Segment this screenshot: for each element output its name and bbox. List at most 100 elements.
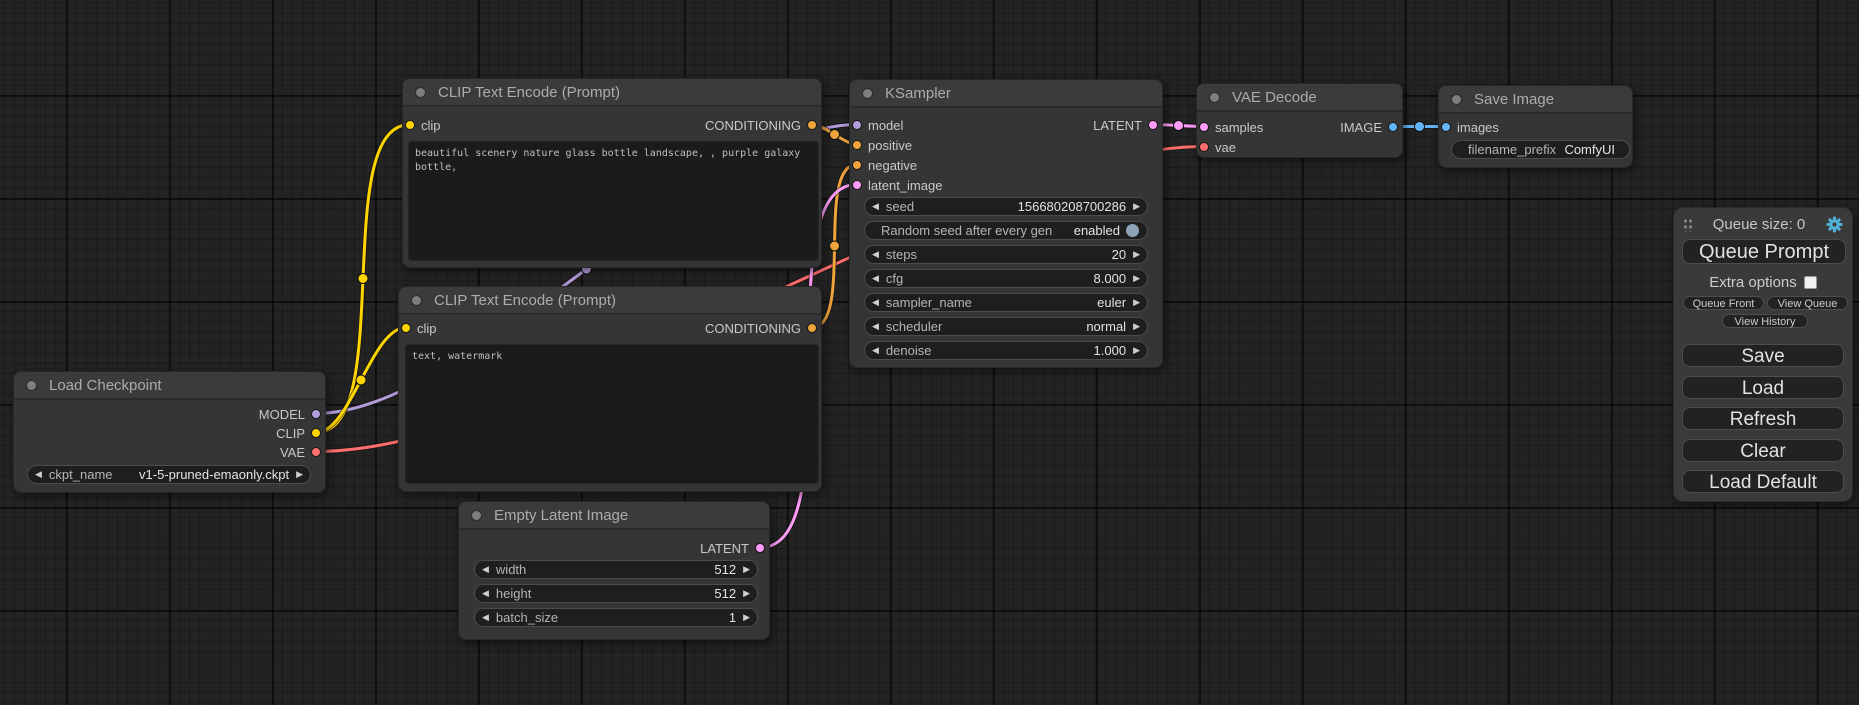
view-history-button[interactable]: View History <box>1722 314 1808 328</box>
load-default-button[interactable]: Load Default <box>1682 470 1844 493</box>
node-header[interactable]: CLIP Text Encode (Prompt) <box>403 79 821 107</box>
port-label: images <box>1457 120 1499 135</box>
node-header[interactable]: Save Image <box>1439 86 1632 114</box>
load-checkpoint-widget-ckpt-name[interactable]: ◀ckpt_namev1-5-pruned-emaonly.ckpt▶ <box>27 465 311 484</box>
empty-latent-image-output-LATENT-port-dot[interactable] <box>755 543 765 553</box>
ksampler-widget-steps[interactable]: ◀steps20▶ <box>864 245 1148 264</box>
combo-left-arrow-icon[interactable]: ◀ <box>475 608 496 627</box>
vae-decode-node[interactable]: VAE DecodesamplesvaeIMAGE <box>1196 83 1403 158</box>
combo-left-arrow-icon[interactable]: ◀ <box>865 269 886 288</box>
ksampler-widget-seed[interactable]: ◀seed156680208700286▶ <box>864 197 1148 216</box>
queue-panel: Queue size: 0 Queue Prompt Extra options… <box>1673 207 1853 502</box>
combo-right-arrow-icon[interactable]: ▶ <box>1126 197 1147 216</box>
queue-front-button[interactable]: Queue Front <box>1683 296 1764 310</box>
node-title: KSampler <box>885 85 951 102</box>
combo-right-arrow-icon[interactable]: ▶ <box>1126 293 1147 312</box>
load-checkpoint-output-VAE-port-dot[interactable] <box>311 447 321 457</box>
combo-left-arrow-icon[interactable]: ◀ <box>865 197 886 216</box>
node-header[interactable]: Empty Latent Image <box>459 502 769 530</box>
link-midpoint-dot[interactable] <box>1174 121 1184 131</box>
ksampler-input-latent_image-port-dot[interactable] <box>852 180 862 190</box>
node-status-dot-icon <box>471 510 482 521</box>
combo-right-arrow-icon[interactable]: ▶ <box>736 560 757 579</box>
combo-left-arrow-icon[interactable]: ◀ <box>475 584 496 603</box>
ksampler-widget-cfg[interactable]: ◀cfg8.000▶ <box>864 269 1148 288</box>
vae-decode-input-samples-port-dot[interactable] <box>1199 122 1209 132</box>
port-label: CONDITIONING <box>705 118 801 133</box>
node-header[interactable]: VAE Decode <box>1197 84 1402 112</box>
clip-encode-positive-prompt-textarea[interactable]: beautiful scenery nature glass bottle la… <box>408 141 819 261</box>
link-midpoint-dot[interactable] <box>830 130 840 140</box>
clip-encode-positive-output-CONDITIONING-port-dot[interactable] <box>807 120 817 130</box>
node-header[interactable]: Load Checkpoint <box>14 372 325 400</box>
clip-encode-negative-output-CONDITIONING-port-dot[interactable] <box>807 323 817 333</box>
ksampler-widget-denoise[interactable]: ◀denoise1.000▶ <box>864 341 1148 360</box>
clip-encode-negative-prompt-textarea[interactable]: text, watermark <box>405 344 819 484</box>
combo-left-arrow-icon[interactable]: ◀ <box>865 341 886 360</box>
combo-right-arrow-icon[interactable]: ▶ <box>736 608 757 627</box>
combo-left-arrow-icon[interactable]: ◀ <box>865 317 886 336</box>
save-image-input-images: images <box>1457 119 1499 135</box>
combo-right-arrow-icon[interactable]: ▶ <box>1126 317 1147 336</box>
clear-button[interactable]: Clear <box>1682 439 1844 462</box>
port-label: LATENT <box>700 541 749 556</box>
link-midpoint-dot[interactable] <box>356 375 366 385</box>
load-button[interactable]: Load <box>1682 376 1844 399</box>
ksampler-widget-scheduler[interactable]: ◀schedulernormal▶ <box>864 317 1148 336</box>
link-midpoint-dot[interactable] <box>358 274 368 284</box>
ksampler-input-positive-port-dot[interactable] <box>852 140 862 150</box>
save-image-widget-filename-prefix[interactable]: filename_prefixComfyUI <box>1451 140 1630 159</box>
clip-encode-negative-input-clip: clip <box>417 320 437 336</box>
toggle-knob-icon[interactable] <box>1126 224 1139 237</box>
refresh-button[interactable]: Refresh <box>1682 407 1844 430</box>
link-midpoint-dot[interactable] <box>830 241 840 251</box>
combo-right-arrow-icon[interactable]: ▶ <box>736 584 757 603</box>
clip-encode-negative-input-clip-port-dot[interactable] <box>401 323 411 333</box>
combo-right-arrow-icon[interactable]: ▶ <box>289 465 310 484</box>
drag-handle-icon[interactable] <box>1683 217 1692 232</box>
save-image-input-images-port-dot[interactable] <box>1441 122 1451 132</box>
load-checkpoint-output-MODEL-port-dot[interactable] <box>311 409 321 419</box>
ksampler-widget-random-seed-after-every-gen[interactable]: Random seed after every genenabled <box>864 221 1148 240</box>
vae-decode-input-vae-port-dot[interactable] <box>1199 142 1209 152</box>
widget-value: v1-5-pruned-emaonly.ckpt <box>139 467 289 482</box>
combo-right-arrow-icon[interactable]: ▶ <box>1126 245 1147 264</box>
combo-right-arrow-icon[interactable]: ▶ <box>1126 341 1147 360</box>
save-button[interactable]: Save <box>1682 344 1844 367</box>
node-header[interactable]: KSampler <box>850 80 1162 108</box>
view-queue-button[interactable]: View Queue <box>1767 296 1848 310</box>
empty-latent-image-widget-batch-size[interactable]: ◀batch_size1▶ <box>474 608 758 627</box>
ksampler-widget-sampler-name[interactable]: ◀sampler_nameeuler▶ <box>864 293 1148 312</box>
ksampler-input-positive: positive <box>868 137 912 153</box>
empty-latent-image-node[interactable]: Empty Latent ImageLATENT◀width512▶◀heigh… <box>458 501 770 640</box>
widget-label: denoise <box>886 343 932 358</box>
combo-left-arrow-icon[interactable]: ◀ <box>475 560 496 579</box>
empty-latent-image-output-LATENT: LATENT <box>700 540 749 556</box>
load-checkpoint-output-CLIP-port-dot[interactable] <box>311 428 321 438</box>
link-midpoint-dot[interactable] <box>1415 122 1425 132</box>
ksampler-input-model-port-dot[interactable] <box>852 120 862 130</box>
empty-latent-image-widget-width[interactable]: ◀width512▶ <box>474 560 758 579</box>
widget-label: height <box>496 586 531 601</box>
combo-right-arrow-icon[interactable]: ▶ <box>1126 269 1147 288</box>
clip-encode-positive-input-clip-port-dot[interactable] <box>405 120 415 130</box>
node-header[interactable]: CLIP Text Encode (Prompt) <box>399 287 821 315</box>
empty-latent-image-widget-height[interactable]: ◀height512▶ <box>474 584 758 603</box>
extra-options-checkbox[interactable] <box>1804 276 1817 289</box>
clip-encode-negative-node[interactable]: CLIP Text Encode (Prompt)clipCONDITIONIN… <box>398 286 822 492</box>
clip-encode-positive-node[interactable]: CLIP Text Encode (Prompt)clipCONDITIONIN… <box>402 78 822 268</box>
vae-decode-input-vae: vae <box>1215 139 1236 155</box>
ksampler-output-LATENT-port-dot[interactable] <box>1148 120 1158 130</box>
vae-decode-output-IMAGE-port-dot[interactable] <box>1388 122 1398 132</box>
node-graph-canvas[interactable]: Load CheckpointMODELCLIPVAE◀ckpt_namev1-… <box>0 0 1859 705</box>
combo-left-arrow-icon[interactable]: ◀ <box>28 465 49 484</box>
load-checkpoint-node[interactable]: Load CheckpointMODELCLIPVAE◀ckpt_namev1-… <box>13 371 326 493</box>
combo-left-arrow-icon[interactable]: ◀ <box>865 293 886 312</box>
save-image-node[interactable]: Save Image images filename_prefixComfyUI <box>1438 85 1633 168</box>
combo-left-arrow-icon[interactable]: ◀ <box>865 245 886 264</box>
ksampler-input-negative-port-dot[interactable] <box>852 160 862 170</box>
ksampler-node[interactable]: KSamplermodelpositivenegativelatent_imag… <box>849 79 1163 368</box>
widget-label: sampler_name <box>886 295 972 310</box>
settings-gear-icon[interactable] <box>1826 216 1843 233</box>
queue-prompt-button[interactable]: Queue Prompt <box>1682 239 1846 264</box>
